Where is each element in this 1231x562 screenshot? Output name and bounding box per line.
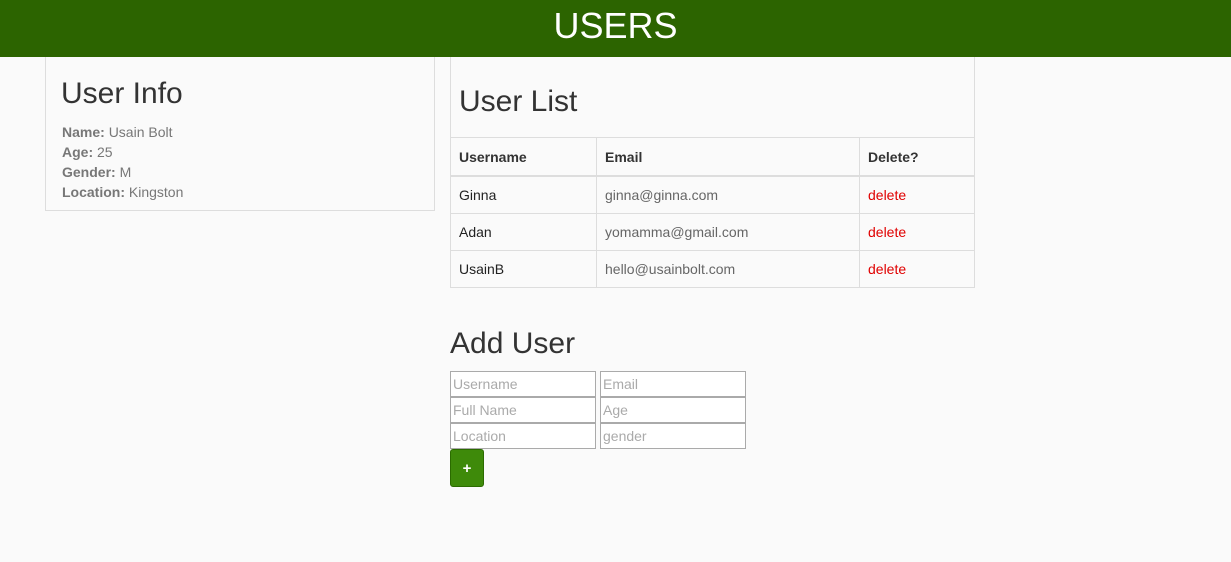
user-info-details: Name: Usain Bolt Age: 25 Gender: M Locat…	[62, 122, 183, 202]
table-header-row: Username Email Delete?	[450, 137, 975, 177]
email-cell: yomamma@gmail.com	[596, 213, 860, 251]
gender-value: M	[119, 164, 132, 180]
table-row: UsainB hello@usainbolt.com delete	[450, 250, 975, 288]
full-name-input[interactable]	[450, 397, 596, 423]
add-user-title: Add User	[450, 327, 576, 360]
email-cell: hello@usainbolt.com	[596, 250, 860, 288]
user-info-gender-row: Gender: M	[62, 162, 183, 182]
add-user-button[interactable]: +	[450, 449, 484, 487]
user-table: Username Email Delete? Ginna ginna@ginna…	[450, 137, 975, 288]
name-label: Name:	[62, 124, 105, 140]
user-list-panel: User List	[450, 57, 975, 137]
user-info-location-row: Location: Kingston	[62, 182, 183, 202]
delete-link[interactable]: delete	[859, 213, 975, 251]
column-header-email: Email	[596, 137, 860, 177]
username-cell[interactable]: Ginna	[450, 175, 597, 214]
location-label: Location:	[62, 184, 125, 200]
table-row: Ginna ginna@ginna.com delete	[450, 175, 975, 214]
user-list-title: User List	[459, 85, 578, 118]
user-info-age-row: Age: 25	[62, 142, 183, 162]
column-header-delete: Delete?	[859, 137, 975, 177]
page-header: USERS	[0, 0, 1231, 57]
name-value: Usain Bolt	[108, 124, 173, 140]
username-cell[interactable]: UsainB	[450, 250, 597, 288]
page-title: USERS	[553, 5, 678, 46]
user-info-name-row: Name: Usain Bolt	[62, 122, 183, 142]
username-cell[interactable]: Adan	[450, 213, 597, 251]
gender-input[interactable]	[600, 423, 746, 449]
email-input[interactable]	[600, 371, 746, 397]
user-info-title: User Info	[61, 77, 183, 110]
location-value: Kingston	[128, 184, 184, 200]
age-label: Age:	[62, 144, 94, 160]
location-input[interactable]	[450, 423, 596, 449]
username-input[interactable]	[450, 371, 596, 397]
delete-link[interactable]: delete	[859, 175, 975, 214]
gender-label: Gender:	[62, 164, 116, 180]
column-header-username: Username	[450, 137, 597, 177]
email-cell: ginna@ginna.com	[596, 175, 860, 214]
user-info-panel: User Info Name: Usain Bolt Age: 25 Gende…	[45, 57, 435, 211]
age-input[interactable]	[600, 397, 746, 423]
table-row: Adan yomamma@gmail.com delete	[450, 213, 975, 251]
age-value: 25	[97, 144, 113, 160]
delete-link[interactable]: delete	[859, 250, 975, 288]
